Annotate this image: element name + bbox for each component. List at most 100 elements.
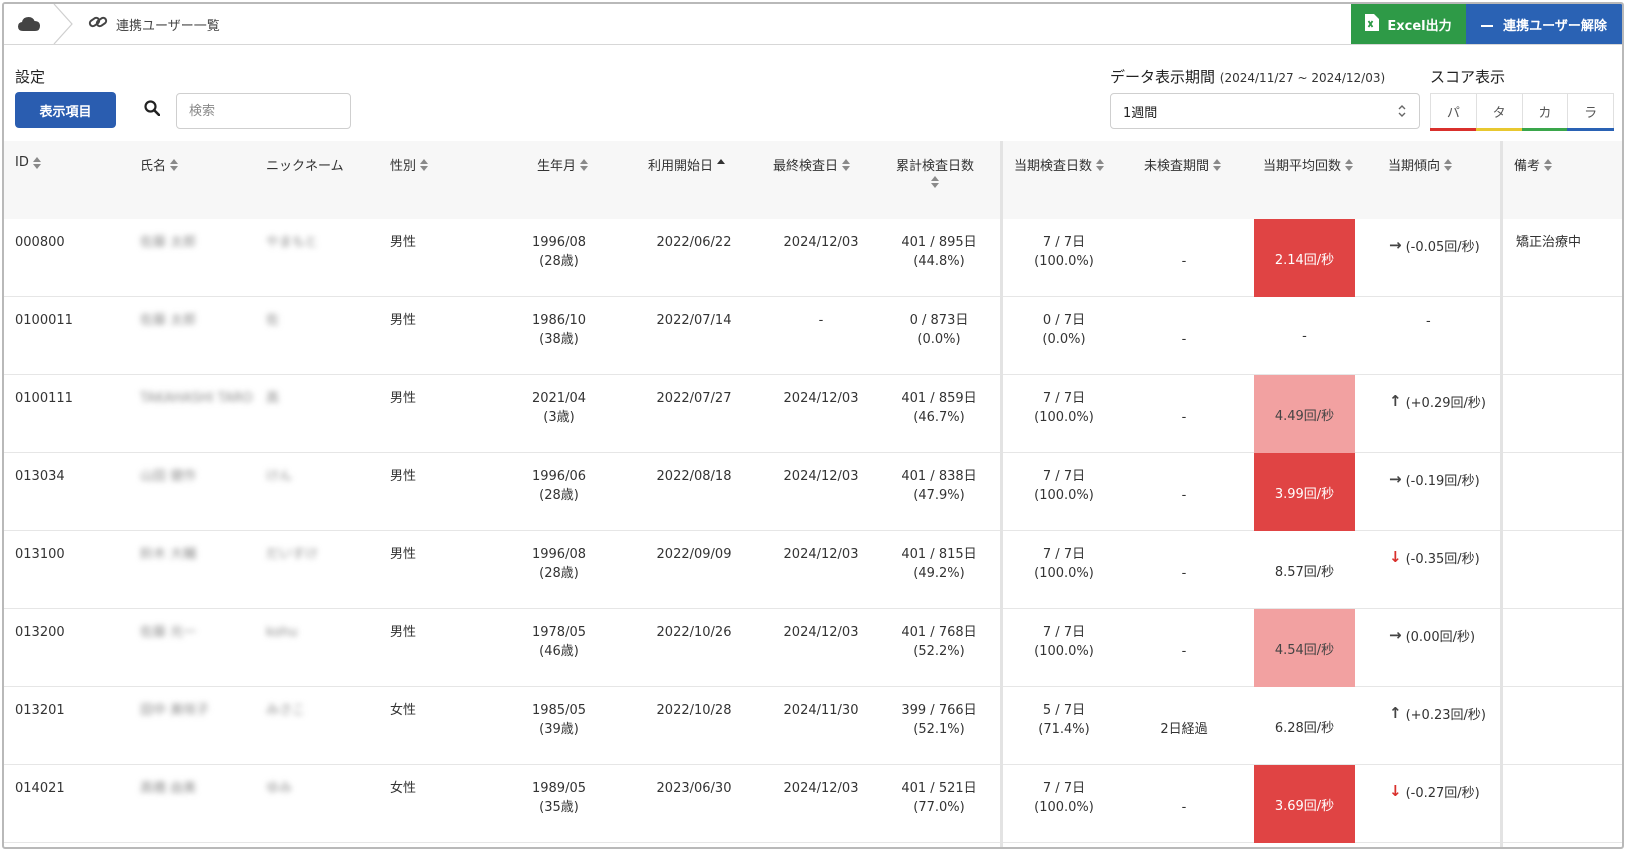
display-columns-button[interactable]: 表示項目: [15, 92, 116, 128]
cell-trend-text: (0.00回/秒): [1405, 630, 1476, 645]
cell-id-text: 000800: [15, 235, 65, 250]
cell-birth: 1996/08 (28歳): [524, 233, 594, 271]
score-tab-ra[interactable]: ラ: [1567, 93, 1614, 131]
select-arrows-icon: [1397, 103, 1407, 123]
column-group-divider: [1000, 141, 1003, 847]
score-tab-ka[interactable]: カ: [1521, 93, 1569, 131]
cell-start-text: 2022/10/28: [656, 703, 732, 718]
cell-trend: -: [1426, 314, 1431, 329]
col-header-avg[interactable]: 当期平均回数: [1263, 155, 1354, 174]
cell-unchecked: -: [1124, 408, 1244, 427]
cell-age-text: (28歳): [539, 566, 579, 581]
cell-start-text: 2022/10/26: [656, 625, 732, 640]
table-row[interactable]: 013100 鈴木 大輔 だいすけ 男性 1996/08 (28歳) 2022/09/09 2…: [4, 531, 1622, 609]
cell-start-date: 2023/06/30: [644, 779, 744, 798]
score-tab-label: ラ: [1584, 105, 1598, 121]
cell-last-text: 2024/12/03: [783, 625, 859, 640]
cell-trend-text: (-0.35回/秒): [1405, 552, 1480, 567]
table-row[interactable]: 013201 田中 美咲子 みさこ 女性 1985/05 (39歳) 2022/10/28 2…: [4, 687, 1622, 765]
link-icon: [88, 14, 108, 34]
col-header-unchecked[interactable]: 未検査期間: [1144, 155, 1222, 174]
cell-nickname: 佐: [266, 311, 279, 330]
cell-id: 013100: [15, 545, 65, 564]
cell-avg-text: 4.54回/秒: [1274, 642, 1335, 658]
col-header-id[interactable]: ID: [15, 155, 42, 170]
breadcrumb-separator: [53, 4, 73, 44]
col-header-label: 当期検査日数: [1014, 159, 1093, 174]
score-tab-pa[interactable]: パ: [1430, 93, 1477, 131]
col-header-gender[interactable]: 性別: [390, 155, 429, 174]
cell-birth-text: 1996/08: [531, 547, 586, 562]
col-header-label: 未検査期間: [1144, 159, 1210, 174]
cell-id: 014021: [15, 779, 65, 798]
cell-start-date: 2022/08/18: [644, 467, 744, 486]
breadcrumb[interactable]: 連携ユーザー一覧: [88, 4, 220, 44]
cell-nickname-text: みさこ: [266, 703, 306, 718]
cell-total-days: 401 / 815日 (49.2%): [884, 545, 994, 583]
cell-trend-text: (+0.23回/秒): [1405, 708, 1486, 723]
cell-avg: 3.69回/秒: [1254, 765, 1355, 843]
breadcrumb-label: 連携ユーザー一覧: [116, 18, 220, 34]
cell-last-check: 2024/12/03: [766, 779, 876, 798]
cell-start-date: 2022/09/09: [644, 545, 744, 564]
cell-last-text: 2024/11/30: [783, 703, 859, 718]
cell-total-days: 401 / 859日 (46.7%): [884, 389, 994, 427]
cell-period-pct-text: (100.0%): [1034, 254, 1094, 269]
cell-gender: 男性: [390, 233, 416, 252]
cell-age-text: (28歳): [539, 488, 579, 503]
cell-start-date: 2022/07/27: [644, 389, 744, 408]
sort-icon: [580, 158, 589, 171]
col-header-note[interactable]: 備考: [1514, 155, 1553, 174]
cell-trend: → (-0.05回/秒): [1389, 236, 1480, 256]
table-row[interactable]: 0100011 佐藤 太郎 佐 男性 1986/10 (38歳) 2022/07/14 - 0 …: [4, 297, 1622, 375]
cell-total-text: 399 / 766日: [901, 703, 977, 718]
col-header-birth[interactable]: 生年月: [537, 155, 589, 174]
unlink-users-label: 連携ユーザー解除: [1503, 18, 1607, 34]
col-header-label: 備考: [1514, 159, 1541, 174]
table-row[interactable]: 014021 高橋 由美 ゆみ 女性 1989/05 (35歳) 2023/06/30 202…: [4, 765, 1622, 843]
cell-period-days: 7 / 7日 (100.0%): [1014, 623, 1114, 661]
period-select[interactable]: 1週間: [1110, 93, 1420, 129]
cell-avg: 4.49回/秒: [1254, 375, 1355, 453]
score-tab-ta[interactable]: タ: [1475, 93, 1523, 131]
col-header-start-date[interactable]: 利用開始日: [648, 155, 726, 174]
cell-note-text: 矯正治療中: [1516, 235, 1582, 250]
cell-avg-text: 3.99回/秒: [1274, 486, 1335, 502]
col-header-last-check[interactable]: 最終検査日: [773, 155, 851, 174]
cell-start-text: 2022/07/27: [656, 391, 732, 406]
cell-trend: → (-0.19回/秒): [1389, 470, 1480, 490]
score-tab-indicator: [1430, 128, 1477, 131]
cell-avg: 8.57回/秒: [1254, 531, 1355, 609]
table-row[interactable]: 000800 佐藤 太郎 やまもと 男性 1996/08 (28歳) 2022/06/22 2…: [4, 219, 1622, 297]
home-cloud-icon[interactable]: [4, 4, 54, 44]
search-input[interactable]: [176, 93, 351, 129]
cell-unchecked-text: -: [1181, 488, 1187, 503]
cell-total-text: 401 / 859日: [901, 391, 977, 406]
excel-export-button[interactable]: Excel出力: [1351, 4, 1466, 44]
cell-avg-text: 6.28回/秒: [1274, 720, 1335, 736]
cell-trend-text: (-0.19回/秒): [1405, 474, 1480, 489]
table-row[interactable]: 0100111 TAKAHASHI TARO 高 男性 2021/04 (3歳) 2022/…: [4, 375, 1622, 453]
app-frame: 連携ユーザー一覧 Excel出力 連携ユーザー解除 設定 表示項目 データ表示期…: [2, 2, 1624, 849]
sort-icon: [32, 156, 42, 169]
trend-arrow-icon: →: [1389, 470, 1402, 488]
unlink-users-button[interactable]: 連携ユーザー解除: [1466, 4, 1622, 44]
cell-birth: 1985/05 (39歳): [524, 701, 594, 739]
table-row[interactable]: 013200 佐藤 光一 kohu 男性 1978/05 (46歳) 2022/10/26 2…: [4, 609, 1622, 687]
cell-nickname: kohu: [266, 623, 298, 642]
cell-start-text: 2022/06/22: [656, 235, 732, 250]
cell-last-text: 2024/12/03: [783, 781, 859, 796]
cell-period-days: 5 / 7日 (71.4%): [1014, 701, 1114, 739]
cell-start-date: 2022/07/14: [644, 311, 744, 330]
col-header-total-days[interactable]: 累計検査日数: [896, 155, 974, 188]
cell-id-text: 013201: [15, 703, 65, 718]
cell-trend: ↓ (-0.27回/秒): [1389, 782, 1480, 802]
sort-icon: [1096, 158, 1105, 171]
col-header-period-days[interactable]: 当期検査日数: [1014, 155, 1105, 174]
cell-period-days: 7 / 7日 (100.0%): [1014, 467, 1114, 505]
col-header-label: 当期平均回数: [1263, 159, 1342, 174]
table-row[interactable]: 013034 山田 健作 けん 男性 1996/06 (28歳) 2022/08/18 202…: [4, 453, 1622, 531]
column-group-divider: [1500, 141, 1503, 847]
col-header-trend[interactable]: 当期傾向: [1388, 155, 1453, 174]
col-header-name[interactable]: 氏名: [140, 155, 179, 174]
